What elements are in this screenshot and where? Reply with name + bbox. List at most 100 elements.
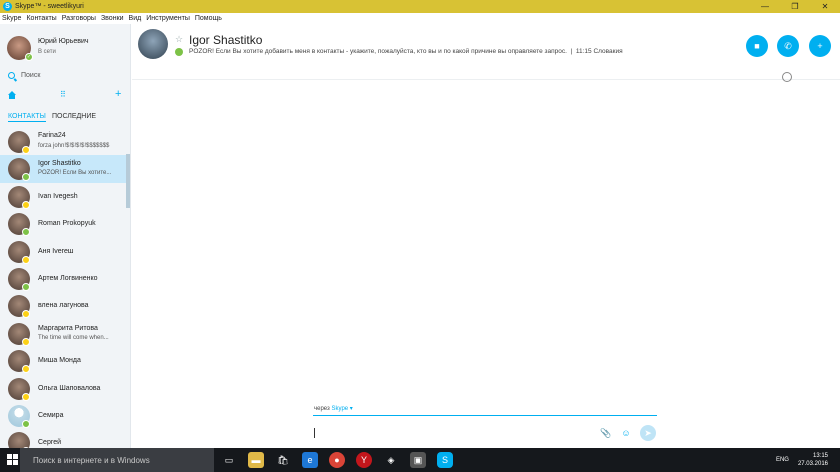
contact-item[interactable]: Ivan Ivegesh — [0, 183, 130, 210]
tab-contacts[interactable]: КОНТАКТЫ — [8, 113, 46, 122]
contact-item[interactable]: Roman Prokopyuk — [0, 210, 130, 237]
close-button[interactable]: ✕ — [810, 0, 840, 13]
contact-item[interactable]: влена лагунова — [0, 292, 130, 319]
conversation-mood-text: POZOR! Если Вы хотите добавить меня в ко… — [189, 48, 567, 55]
online-status-icon — [22, 282, 30, 291]
search-box[interactable]: Поиск — [0, 68, 130, 82]
contact-name: Миша Монда — [38, 357, 81, 365]
search-input[interactable]: Поиск — [21, 72, 40, 79]
contact-mood: POZOR! Если Вы хотите... — [38, 170, 112, 177]
maximize-button[interactable]: ❐ — [780, 0, 810, 13]
contact-item[interactable]: Ольга Шаповалова — [0, 375, 130, 402]
contact-item[interactable]: Семира — [0, 402, 130, 429]
contact-name: Roman Prokopyuk — [38, 220, 96, 228]
voice-call-button[interactable]: ✆ — [777, 35, 799, 57]
clock-date: 27.03.2016 — [797, 461, 828, 467]
send-button[interactable]: ➤ — [640, 425, 656, 441]
contact-list: Farina24 forza john!$!$!$!$!$$$$$$$ Igor… — [0, 128, 130, 448]
menu-skype[interactable]: Skype — [2, 15, 21, 22]
away-status-icon — [22, 200, 30, 209]
attach-file-icon[interactable]: 📎 — [599, 426, 613, 440]
contact-item[interactable]: Маргарита Ритова The time will come when… — [0, 320, 130, 347]
system-tray: ENG 13:15 27.03.2016 — [776, 448, 840, 472]
avatar[interactable] — [138, 29, 168, 59]
taskbar-search-input[interactable]: Поиск в интернете и в Windows — [33, 456, 150, 465]
contact-name: Сергей — [38, 439, 62, 447]
contact-item[interactable]: Igor Shastitko POZOR! Если Вы хотите... — [0, 155, 130, 183]
home-icon[interactable] — [8, 91, 16, 99]
profile-name: Юрий Юрьевич — [38, 38, 89, 45]
favorite-star-icon[interactable]: ☆ — [175, 34, 183, 45]
local-time: 11:15 Словакия — [575, 48, 623, 55]
contact-item[interactable]: Аня Ivегеш — [0, 238, 130, 265]
contact-item[interactable]: Farina24 forza john!$!$!$!$!$$$$$$$ — [0, 128, 130, 155]
via-service-dropdown[interactable]: Skype ▾ — [331, 406, 352, 412]
add-icon[interactable]: + — [115, 88, 121, 100]
menu-conversations[interactable]: Разговоры — [62, 15, 96, 22]
text-cursor — [314, 428, 315, 438]
menu-calls[interactable]: Звонки — [101, 15, 124, 22]
contact-mood: The time will come when... — [38, 334, 109, 341]
input-language[interactable]: ENG — [776, 457, 789, 463]
away-status-icon — [22, 310, 30, 319]
composer-via: через Skype ▾ — [314, 405, 353, 412]
file-explorer-icon[interactable]: ▬ — [248, 452, 264, 468]
chrome-icon[interactable]: ● — [329, 452, 345, 468]
edge-icon[interactable]: e — [302, 452, 318, 468]
contact-name: Ivan Ivegesh — [38, 192, 78, 200]
away-status-icon — [22, 365, 30, 374]
clock[interactable]: 13:15 27.03.2016 — [798, 452, 828, 468]
task-view-icon[interactable]: ▭ — [221, 452, 237, 468]
menu-contacts[interactable]: Контакты — [26, 15, 56, 22]
away-status-icon — [22, 337, 30, 346]
contact-name: Igor Shastitko — [38, 160, 81, 168]
menu-view[interactable]: Вид — [129, 15, 142, 22]
contact-list-scrollbar[interactable] — [126, 154, 130, 208]
contact-name: Farina24 — [38, 132, 66, 139]
conversation-mood: POZOR! Если Вы хотите добавить меня в ко… — [189, 48, 623, 55]
contact-name: Аня Ivегеш — [38, 247, 74, 255]
conversation-contact-name[interactable]: Igor Shastitko — [189, 33, 262, 47]
contact-name: Артем Логвиненко — [38, 274, 98, 282]
online-status-icon — [22, 419, 30, 428]
tab-recent[interactable]: ПОСЛЕДНИЕ — [52, 113, 96, 120]
store-icon[interactable]: 🛍 — [275, 452, 291, 468]
skype-logo-icon: S — [3, 2, 12, 11]
menu-bar: Skype Контакты Разговоры Звонки Вид Инст… — [0, 13, 840, 24]
contact-item[interactable]: Артем Логвиненко — [0, 265, 130, 292]
menu-help[interactable]: Помощь — [195, 15, 222, 22]
title-bar: S Skype™ - sweetlikyuri — ❐ ✕ — [0, 0, 840, 13]
contact-mood: forza john!$!$!$!$!$$$$$$$ — [38, 143, 110, 149]
menu-tools[interactable]: Инструменты — [146, 15, 190, 22]
profile[interactable]: ✓ Юрий Юрьевич В сети — [0, 24, 130, 68]
online-status-icon — [175, 48, 183, 56]
app-icon[interactable]: ▣ — [410, 452, 426, 468]
video-call-button[interactable]: ■ — [746, 35, 768, 57]
contact-name: влена лагунова — [38, 302, 89, 310]
dialpad-icon[interactable]: ⠿ — [60, 90, 66, 99]
emoticon-icon[interactable]: ☺ — [619, 426, 633, 440]
sidebar: ✓ Юрий Юрьевич В сети Поиск ⠿ + КОНТАКТЫ… — [0, 24, 131, 448]
taskbar-search[interactable]: Поиск в интернете и в Windows — [20, 448, 214, 472]
add-people-button[interactable]: + — [809, 35, 831, 57]
message-input[interactable]: 📎 ☺ ➤ — [313, 423, 657, 443]
contact-item[interactable]: Миша Монда — [0, 347, 130, 374]
windows-start-icon[interactable] — [7, 454, 19, 466]
contact-item[interactable]: Сергей — [0, 429, 130, 448]
online-status-icon — [22, 173, 30, 182]
clock-time: 13:15 — [812, 453, 828, 459]
online-status-icon: ✓ — [25, 53, 33, 61]
away-status-icon — [22, 392, 30, 401]
media-app-icon[interactable]: ◈ — [383, 452, 399, 468]
minimize-button[interactable]: — — [750, 0, 780, 13]
contact-name: Ольга Шаповалова — [38, 384, 101, 392]
via-label: через — [314, 406, 330, 412]
contact-name: Семира — [38, 411, 64, 419]
yandex-icon[interactable]: Y — [356, 452, 372, 468]
window-title: Skype™ - sweetlikyuri — [15, 3, 84, 10]
profile-status[interactable]: В сети — [38, 49, 56, 55]
composer-divider — [313, 415, 657, 416]
contact-name: Маргарита Ритова — [38, 324, 98, 332]
globe-icon[interactable] — [782, 72, 792, 82]
skype-taskbar-icon[interactable]: S — [437, 452, 453, 468]
